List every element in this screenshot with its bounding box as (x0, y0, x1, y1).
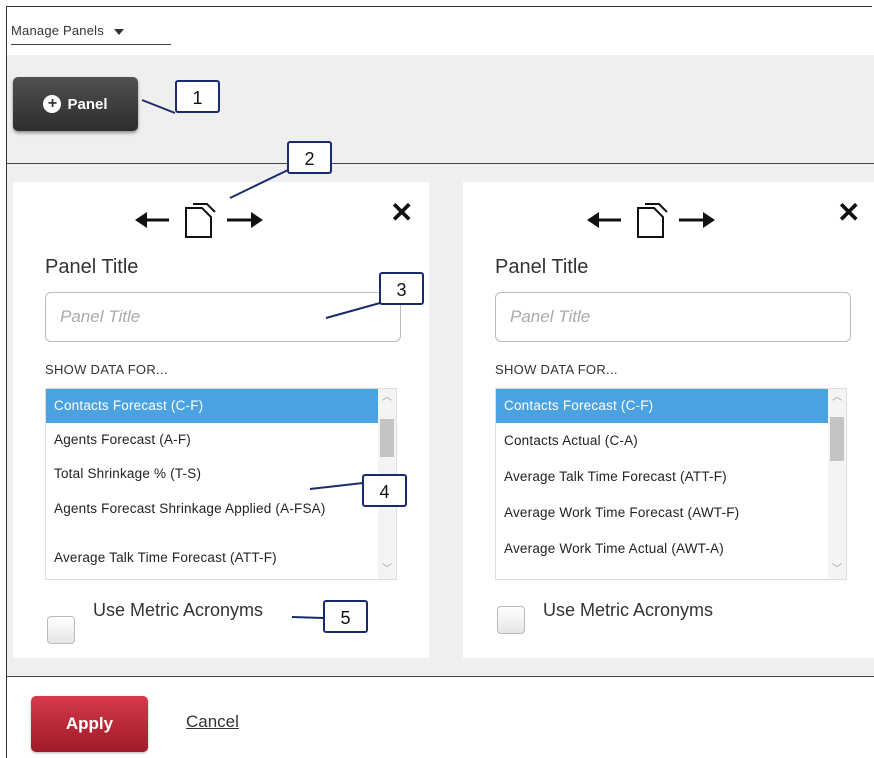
close-icon[interactable]: ✕ (390, 196, 413, 229)
arrow-right-icon[interactable] (227, 212, 263, 228)
list-item[interactable]: Contacts Actual (C-A) (496, 423, 828, 459)
callout-5: 5 (323, 600, 368, 633)
caret-down-icon (113, 28, 124, 35)
divider (7, 676, 874, 677)
metrics-listbox[interactable]: Contacts Forecast (C-F) Contacts Actual … (495, 388, 847, 580)
callout-4: 4 (362, 474, 407, 507)
scroll-thumb[interactable] (830, 417, 844, 461)
manage-panels-label: Manage Panels (11, 23, 104, 38)
metrics-listbox[interactable]: Contacts Forecast (C-F) Agents Forecast … (45, 388, 397, 580)
panel-title-label: Panel Title (495, 256, 589, 278)
list-item[interactable]: Average Talk Time Forecast (ATT-F) (496, 459, 828, 495)
scroll-down-icon[interactable]: ﹀ (378, 561, 396, 579)
callout-3: 3 (379, 272, 424, 305)
arrow-left-icon[interactable] (135, 212, 169, 228)
panel-actions (131, 200, 271, 240)
arrow-right-icon[interactable] (679, 212, 715, 228)
callout-1: 1 (175, 80, 220, 113)
scroll-thumb[interactable] (380, 419, 394, 457)
panel-title-input[interactable] (495, 292, 851, 342)
add-panel-label: Panel (67, 95, 108, 113)
panel-title-label: Panel Title (45, 256, 139, 278)
list-item[interactable]: Total Shrinkage % (T-S) (46, 457, 378, 491)
list-scrollbar[interactable]: ︿ ﹀ (828, 389, 846, 579)
use-acronyms-label: Use Metric Acronyms (93, 600, 264, 620)
list-item[interactable]: Agents Forecast Shrinkage Applied (A-FSA… (46, 491, 378, 541)
manage-panels-dropdown[interactable]: Manage Panels (11, 23, 171, 45)
panel-card: ✕ Panel Title SHOW DATA FOR... Contacts … (13, 182, 429, 658)
use-acronyms-label: Use Metric Acronyms (543, 600, 714, 620)
apply-button[interactable]: Apply (31, 696, 148, 752)
list-item[interactable]: Contacts Forecast (C-F) (496, 389, 828, 423)
list-item[interactable]: Contacts Forecast (C-F) (46, 389, 378, 423)
add-panel-button[interactable]: + Panel (13, 77, 138, 131)
callout-2: 2 (287, 141, 332, 174)
arrow-left-icon[interactable] (587, 212, 621, 228)
scroll-up-icon[interactable]: ︿ (828, 389, 846, 407)
panel-card: ✕ Panel Title SHOW DATA FOR... Contacts … (463, 182, 874, 658)
panel-title-input[interactable] (45, 292, 401, 342)
apply-label: Apply (65, 714, 114, 733)
copy-icon[interactable] (637, 203, 668, 238)
panel-actions (583, 200, 723, 240)
show-data-label: SHOW DATA FOR... (45, 362, 168, 377)
scroll-down-icon[interactable]: ﹀ (828, 561, 846, 579)
cancel-link[interactable]: Cancel (186, 712, 239, 732)
use-acronyms-checkbox[interactable] (47, 616, 75, 644)
scroll-up-icon[interactable]: ︿ (378, 389, 396, 407)
close-icon[interactable]: ✕ (837, 196, 860, 229)
list-item[interactable]: Average Work Time Actual (AWT-A) (496, 531, 828, 567)
use-acronyms-checkbox[interactable] (497, 606, 525, 634)
list-item[interactable]: Average Talk Time Forecast (ATT-F) (46, 541, 378, 575)
show-data-label: SHOW DATA FOR... (495, 362, 618, 377)
copy-icon[interactable] (185, 203, 216, 238)
list-item[interactable]: Agents Forecast (A-F) (46, 423, 378, 457)
list-item[interactable]: Average Work Time Forecast (AWT-F) (496, 495, 828, 531)
plus-circle-icon: + (43, 95, 62, 113)
